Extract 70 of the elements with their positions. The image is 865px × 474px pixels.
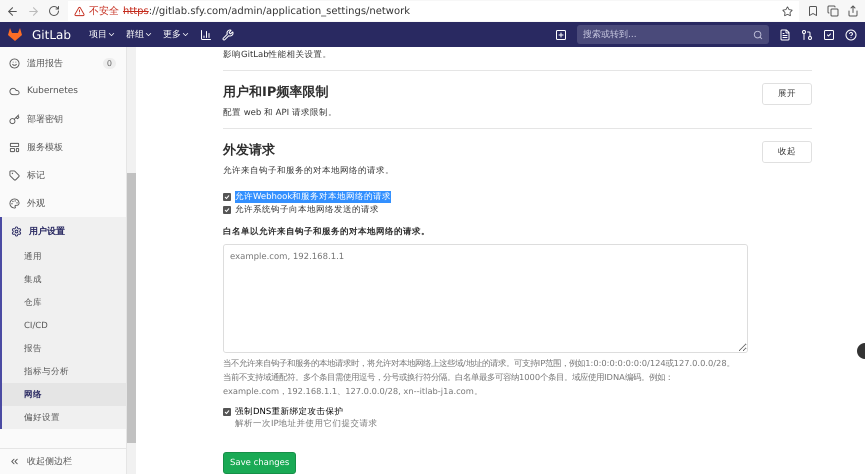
sidebar-subitem[interactable]: 仓库 [2,291,126,314]
sidebar-item[interactable]: 标记 [0,161,126,189]
url-text[interactable]: https://gitlab.sfy.com/admin/application_settings/network [123,6,410,16]
help-icon[interactable] [845,28,857,40]
sidebar-subitem[interactable]: 指标与分析 [2,360,126,383]
reload-icon[interactable] [48,5,60,17]
sidebar-subitem[interactable]: 通用 [2,245,126,268]
checkbox[interactable] [223,193,231,202]
warning-icon [74,6,85,16]
chart-icon[interactable] [200,28,212,40]
help-text: 当不允许来自钩子和服务的本地请求时，将允许对本地网络上这些域/地址的请求。可支持IP范围，例如1:0:0:0:0:0:0:0/124或127.0.0.0/28。 [223,356,736,370]
collections-icon[interactable] [827,5,839,17]
section-description: 影响GitLab性能相关设置。 [223,49,333,61]
nav-menu[interactable]: 项目 [89,28,116,41]
sidebar-subitem[interactable]: 偏好设置 [2,406,126,429]
todo-icon[interactable] [823,28,835,40]
sidebar-item[interactable]: 滥用报告 0 [0,49,126,77]
checkbox[interactable] [223,206,231,214]
section-title: 外发请求 [223,142,276,159]
fox-logo-icon[interactable] [8,28,22,41]
sidebar-subitem[interactable]: 网络 [2,383,126,406]
wrench-icon[interactable] [222,28,234,40]
template-icon [9,142,20,152]
sidebar-item[interactable]: 部署密钥 [0,105,126,133]
document-icon[interactable] [779,28,791,40]
tag-icon [9,170,20,180]
share-icon[interactable] [847,5,859,17]
count-badge: 0 [102,58,116,68]
star-icon[interactable] [782,6,793,16]
section-description: 配置 web 和 API 请求限制。 [223,107,337,119]
search-field[interactable]: 搜索或转到... [577,25,769,44]
sidebar-subitem[interactable]: 报告 [2,337,126,360]
caret-icon [107,30,116,39]
bookmark-icon[interactable] [807,5,819,17]
expand-button[interactable]: 展开 [762,83,812,105]
security-label: 不安全 [89,4,119,18]
cloud-icon [9,86,20,96]
plus-icon[interactable] [555,28,567,40]
field-label: 白名单以允许来自钩子和服务的对本地网络的请求。 [223,226,431,238]
section-title: 用户和IP频率限制 [223,84,330,101]
scrollbar[interactable] [127,47,136,474]
nav-menu[interactable]: 更多 [163,28,190,41]
checkbox-label[interactable]: 允许系统钩子向本地网络发送的请求 [235,204,379,216]
help-text: example.com，192.168.1.1、127.0.0.0/28, xn--itlab-j1a.com。 [223,384,483,398]
smiley-icon [9,58,20,68]
settings-icon [11,226,22,236]
checkbox-hint: 解析一次IP地址并使用它们提交请求 [234,418,379,430]
sidebar-subitem[interactable]: 集成 [2,268,126,291]
collapse-sidebar-link[interactable]: 收起侧边栏 [0,448,126,474]
section-description: 允许来自钩子和服务的对本地网络的请求。 [223,165,394,177]
back-icon[interactable] [6,4,19,18]
sidebar-subitem[interactable]: CI/CD [2,314,126,337]
nav-menu[interactable]: 群组 [126,28,153,41]
key-icon [9,114,20,124]
sidebar-item[interactable]: 服务模板 [0,133,126,161]
sidebar-item[interactable]: 用户设置 [2,217,126,245]
caret-icon [144,30,153,39]
palette-icon [9,198,20,208]
sidebar-item[interactable]: 外观 [0,189,126,217]
double-chevron-icon [9,456,20,467]
checkbox-label[interactable]: 强制DNS重新绑定攻击保护 [235,406,344,418]
search-icon [753,30,763,40]
caret-icon [181,30,190,39]
whitelist-field[interactable]: example.com, 192.168.1.1 [223,244,748,353]
collapse-button[interactable]: 收起 [762,141,812,163]
help-text: 当前不支持域通配符。多个条目需使用逗号，分号或换行符分隔。白名单最多可容纳1000个条目。域应使用IDNA编码。例如： [223,370,674,384]
sidebar-item[interactable]: Kubernetes [0,77,126,105]
brand-name[interactable]: GitLab [32,28,71,42]
checkbox[interactable] [223,408,231,416]
merge-request-icon[interactable] [801,28,813,40]
